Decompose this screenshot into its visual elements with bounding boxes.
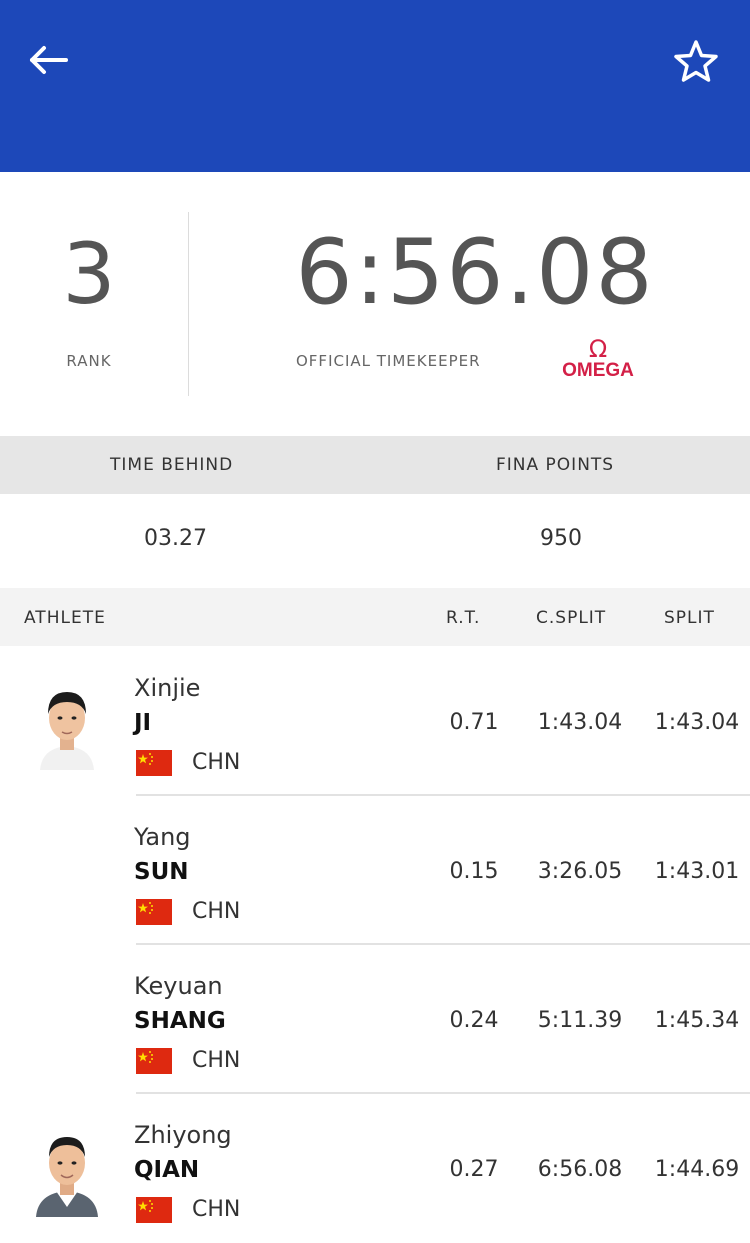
cumulative-split: 5:11.39 <box>537 1008 623 1033</box>
split-time: 1:44.69 <box>654 1157 740 1182</box>
rank-label: RANK <box>66 352 112 370</box>
split-time: 1:43.04 <box>654 710 740 735</box>
omega-wordmark: OMEGA <box>562 360 634 381</box>
china-flag-icon <box>136 899 172 925</box>
rt-column-header: R.T. <box>446 608 481 628</box>
china-flag-icon <box>136 750 172 776</box>
omega-logo: Ω OMEGA <box>552 335 644 384</box>
row-divider <box>136 1092 750 1094</box>
reaction-time: 0.24 <box>449 1008 499 1033</box>
rank-value: 3 <box>62 225 116 323</box>
athlete-column-header: ATHLETE <box>24 608 106 628</box>
stats-header: TIME BEHIND FINA POINTS <box>0 436 750 494</box>
cumulative-split: 3:26.05 <box>537 859 623 884</box>
row-divider <box>136 943 750 945</box>
china-flag-icon <box>136 1197 172 1223</box>
cumulative-split: 6:56.08 <box>537 1157 623 1182</box>
athlete-last-name: QIAN <box>134 1157 200 1183</box>
arrow-left-icon <box>30 46 68 74</box>
athlete-country: CHN <box>192 899 241 924</box>
athlete-country: CHN <box>192 750 241 775</box>
split-time: 1:45.34 <box>654 1008 740 1033</box>
summary-divider <box>188 212 189 396</box>
athlete-row[interactable]: Zhiyong QIAN CHN 0.27 6:56.08 1:44.69 <box>0 1095 750 1243</box>
athlete-first-name: Xinjie <box>134 674 201 702</box>
favorite-button[interactable] <box>672 38 720 84</box>
star-outline-icon <box>674 40 718 82</box>
athlete-country: CHN <box>192 1197 241 1222</box>
athlete-first-name: Zhiyong <box>134 1121 232 1149</box>
athlete-last-name: SUN <box>134 859 189 885</box>
athlete-row[interactable]: Keyuan SHANG CHN 0.24 5:11.39 1:45.34 <box>0 946 750 1094</box>
athlete-first-name: Yang <box>134 823 191 851</box>
athlete-photo <box>36 1137 98 1217</box>
split-time: 1:43.01 <box>654 859 740 884</box>
splits-table-header: ATHLETE R.T. C.SPLIT SPLIT <box>0 588 750 646</box>
omega-symbol: Ω <box>588 335 608 363</box>
reaction-time: 0.71 <box>449 710 499 735</box>
app-header <box>0 0 750 172</box>
reaction-time: 0.27 <box>449 1157 499 1182</box>
time-behind-value: 03.27 <box>144 526 207 551</box>
split-column-header: SPLIT <box>664 608 715 628</box>
athlete-row[interactable]: Xinjie JI CHN 0.71 1:43.04 1:43.04 <box>0 648 750 796</box>
china-flag-icon <box>136 1048 172 1074</box>
fina-points-label: FINA POINTS <box>496 455 615 475</box>
athlete-first-name: Keyuan <box>134 972 223 1000</box>
fina-points-value: 950 <box>540 526 582 551</box>
stats-values: 03.27 950 <box>0 494 750 586</box>
cumulative-split: 1:43.04 <box>537 710 623 735</box>
row-divider <box>136 794 750 796</box>
athlete-country: CHN <box>192 1048 241 1073</box>
timekeeper-label: OFFICIAL TIMEKEEPER <box>296 352 481 370</box>
time-behind-label: TIME BEHIND <box>110 455 234 475</box>
back-button[interactable] <box>26 40 72 80</box>
official-time: 6:56.08 <box>295 220 655 325</box>
athlete-row[interactable]: Yang SUN CHN 0.15 3:26.05 1:43.01 <box>0 797 750 945</box>
csplit-column-header: C.SPLIT <box>536 608 607 628</box>
athlete-last-name: JI <box>134 710 152 736</box>
athlete-last-name: SHANG <box>134 1008 226 1034</box>
athlete-photo <box>40 692 94 770</box>
reaction-time: 0.15 <box>449 859 499 884</box>
